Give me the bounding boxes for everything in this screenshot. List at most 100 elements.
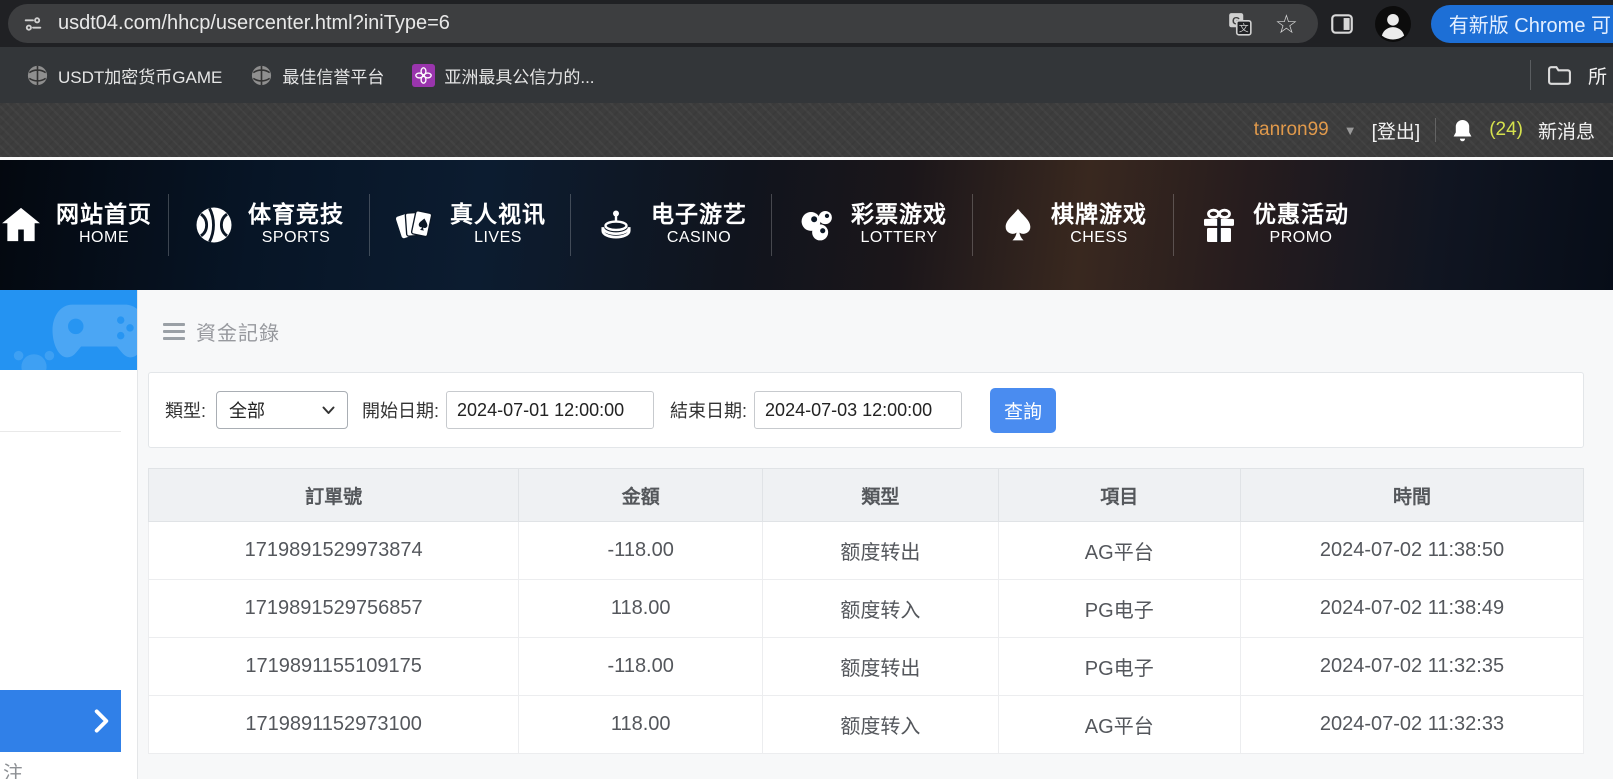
header-type: 類型	[763, 469, 998, 522]
bookmarks-divider	[1530, 60, 1531, 90]
cell-item: PG电子	[998, 638, 1241, 696]
username[interactable]: tanron99	[1254, 119, 1329, 141]
search-button[interactable]: 查詢	[990, 388, 1056, 433]
chevron-right-icon	[94, 709, 109, 733]
site-info-icon[interactable]	[22, 13, 44, 35]
paw-icon	[6, 344, 62, 370]
nav-label-zh: 体育竞技	[248, 201, 344, 227]
main-navigation: 网站首页 HOME 体育竞技 SPORTS 真人视讯 LIVES	[0, 160, 1613, 290]
bookmark-star-icon[interactable]: ☆	[1275, 11, 1298, 37]
nav-item-lottery[interactable]: 彩票游戏 LOTTERY	[772, 160, 972, 290]
bell-icon[interactable]	[1451, 118, 1474, 143]
header-time: 時間	[1241, 469, 1584, 522]
divider	[1435, 118, 1436, 142]
gift-icon	[1199, 205, 1239, 245]
end-date-input[interactable]	[754, 391, 962, 429]
bookmark-label: USDT加密货币GAME	[58, 63, 222, 88]
new-messages-label[interactable]: 新消息	[1538, 117, 1595, 144]
table-row: 1719891529973874 -118.00 额度转出 AG平台 2024-…	[149, 522, 1584, 580]
nav-label-en: CASINO	[651, 228, 747, 249]
header-item: 項目	[998, 469, 1241, 522]
ball-icon	[194, 205, 234, 245]
bookmarks-bar: USDT加密货币GAME 最佳信誉平台 亚洲最具公信力的... 所	[0, 47, 1613, 103]
cell-type: 额度转出	[763, 522, 998, 580]
records-table: 訂單號 金額 類型 項目 時間 1719891529973874 -118.00…	[148, 468, 1584, 754]
cell-order-no: 1719891155109175	[149, 638, 519, 696]
nav-label-zh: 棋牌游戏	[1051, 201, 1147, 227]
globe-icon	[250, 64, 273, 87]
sidebar-collapse-button[interactable]	[0, 690, 121, 752]
bookmark-item[interactable]: USDT加密货币GAME	[12, 63, 236, 88]
nav-label-zh: 真人视讯	[450, 201, 546, 227]
all-bookmarks-label[interactable]: 所	[1588, 62, 1607, 89]
cell-time: 2024-07-02 11:38:49	[1241, 580, 1584, 638]
table-row: 1719891155109175 -118.00 额度转出 PG电子 2024-…	[149, 638, 1584, 696]
cell-order-no: 1719891529756857	[149, 580, 519, 638]
nav-label-en: CHESS	[1051, 228, 1147, 249]
chevron-down-icon[interactable]: ▼	[1344, 123, 1357, 138]
table-row: 1719891152973100 118.00 额度转入 AG平台 2024-0…	[149, 696, 1584, 754]
nav-item-chess[interactable]: 棋牌游戏 CHESS	[973, 160, 1173, 290]
nav-label-en: LOTTERY	[851, 228, 947, 249]
user-bar: tanron99 ▼ [登出] (24) 新消息	[0, 103, 1613, 157]
table-row: 1719891529756857 118.00 额度转入 PG电子 2024-0…	[149, 580, 1584, 638]
cell-type: 额度转入	[763, 580, 998, 638]
nav-label-en: HOME	[56, 228, 152, 249]
menu-icon[interactable]	[163, 319, 185, 344]
type-label: 類型:	[165, 397, 206, 423]
cell-type: 额度转出	[763, 638, 998, 696]
sidebar-divider	[0, 431, 121, 432]
type-select[interactable]: 全部	[216, 391, 348, 429]
logout-link[interactable]: [登出]	[1372, 117, 1421, 144]
bookmark-label: 最佳信誉平台	[282, 63, 384, 88]
nav-label-en: PROMO	[1253, 228, 1349, 249]
side-panel-icon[interactable]	[1329, 11, 1355, 37]
header-amount: 金額	[519, 469, 763, 522]
table-header-row: 訂單號 金額 類型 項目 時間	[149, 469, 1584, 522]
cell-item: AG平台	[998, 696, 1241, 754]
roulette-icon	[595, 204, 637, 246]
bookmark-label: 亚洲最具公信力的...	[444, 63, 594, 88]
chrome-update-button[interactable]: 有新版 Chrome 可	[1431, 5, 1613, 43]
nav-label-en: LIVES	[450, 228, 546, 249]
nav-item-home[interactable]: 网站首页 HOME	[0, 160, 168, 290]
message-count-badge[interactable]: (24)	[1489, 119, 1523, 141]
cell-time: 2024-07-02 11:32:35	[1241, 638, 1584, 696]
nav-item-sports[interactable]: 体育竞技 SPORTS	[169, 160, 369, 290]
sidebar: 注	[0, 290, 138, 779]
type-select-value: 全部	[229, 397, 265, 423]
content-area: 資金記錄 類型: 全部 開始日期: 結束日期: 查詢 訂單號 金額 類型 項目 …	[138, 290, 1613, 779]
browser-toolbar: usdt04.com/hhcp/usercenter.html?iniType=…	[0, 0, 1613, 47]
svg-text:文: 文	[1239, 21, 1249, 34]
nav-item-casino[interactable]: 电子游艺 CASINO	[571, 160, 771, 290]
cell-order-no: 1719891152973100	[149, 696, 519, 754]
gamepad-icon	[49, 300, 137, 362]
nav-item-promo[interactable]: 优惠活动 PROMO	[1174, 160, 1374, 290]
folder-icon[interactable]	[1547, 65, 1572, 86]
spade-icon	[999, 206, 1037, 244]
cell-type: 额度转入	[763, 696, 998, 754]
flower-icon	[412, 64, 435, 87]
nav-item-lives[interactable]: 真人视讯 LIVES	[370, 160, 570, 290]
cell-amount: -118.00	[519, 638, 763, 696]
cell-amount: 118.00	[519, 580, 763, 638]
bookmark-item[interactable]: 最佳信誉平台	[236, 63, 398, 88]
nav-label-en: SPORTS	[248, 228, 344, 249]
sidebar-banner[interactable]	[0, 290, 137, 370]
cell-amount: 118.00	[519, 696, 763, 754]
nav-label-zh: 网站首页	[56, 201, 152, 227]
address-bar[interactable]: usdt04.com/hhcp/usercenter.html?iniType=…	[8, 4, 1318, 43]
translate-icon[interactable]: G 文	[1227, 11, 1253, 37]
start-date-input[interactable]	[446, 391, 654, 429]
cell-amount: -118.00	[519, 522, 763, 580]
sidebar-partial-item[interactable]: 注	[3, 757, 23, 779]
cell-order-no: 1719891529973874	[149, 522, 519, 580]
url-text[interactable]: usdt04.com/hhcp/usercenter.html?iniType=…	[58, 12, 1227, 35]
profile-avatar[interactable]	[1375, 6, 1411, 42]
header-order-no: 訂單號	[149, 469, 519, 522]
nav-label-zh: 优惠活动	[1253, 201, 1349, 227]
filter-panel: 類型: 全部 開始日期: 結束日期: 查詢	[148, 372, 1584, 448]
bookmark-item[interactable]: 亚洲最具公信力的...	[398, 63, 608, 88]
cell-time: 2024-07-02 11:32:33	[1241, 696, 1584, 754]
globe-icon	[26, 64, 49, 87]
